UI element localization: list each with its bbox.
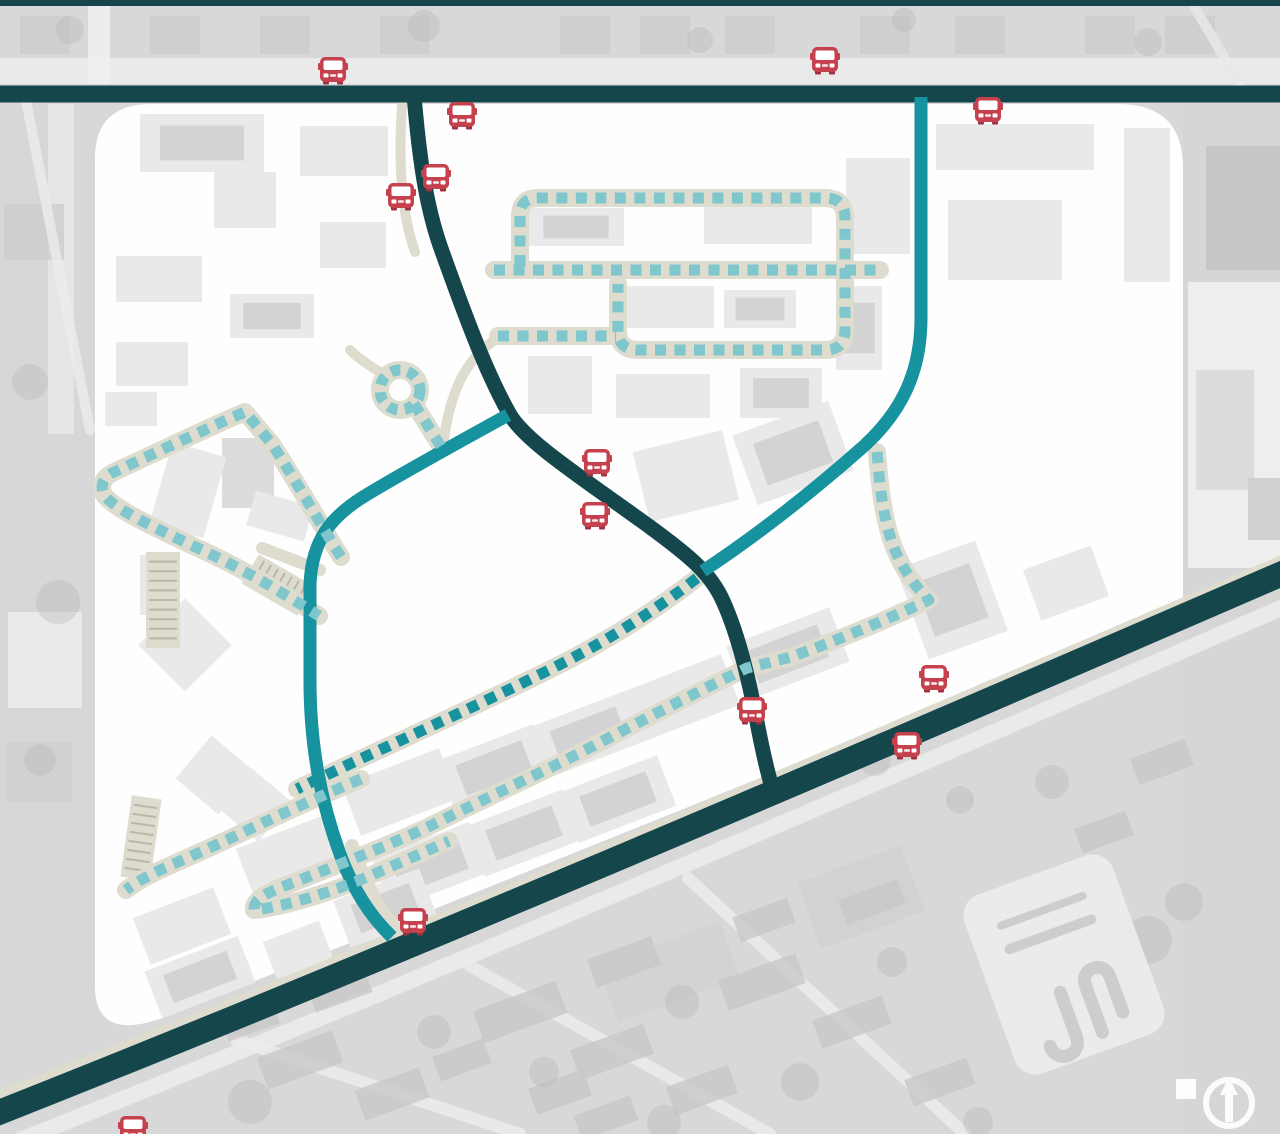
building-footprint [116, 256, 202, 302]
bus-stop-icon[interactable] [386, 183, 416, 211]
aerial-feature [1196, 370, 1254, 490]
aerial-tree [1165, 883, 1203, 921]
aerial-tree [408, 10, 440, 42]
building-footprint [320, 222, 386, 268]
aerial-tree [946, 786, 974, 814]
aerial-tree [892, 8, 916, 32]
aerial-feature [955, 16, 1005, 54]
bus-stop-icon[interactable] [582, 449, 612, 477]
bus-stop-icon[interactable] [892, 732, 922, 760]
bus-stop-icon[interactable] [118, 1116, 148, 1134]
building-footprint [620, 286, 714, 328]
building-roof-inset [736, 298, 785, 321]
aerial-tree [56, 16, 84, 44]
map-control-square[interactable] [1176, 1079, 1196, 1099]
building-footprint [116, 342, 188, 386]
bus-stop-icon[interactable] [421, 164, 451, 192]
aerial-tree [1035, 765, 1069, 799]
map-canvas [0, 0, 1280, 1134]
aerial-tree [1134, 28, 1162, 56]
bus-stop-icon[interactable] [318, 57, 348, 85]
aerial-feature [560, 16, 610, 54]
aerial-feature [8, 612, 82, 708]
building-footprint [724, 290, 796, 328]
aerial-feature [1248, 478, 1280, 540]
building-footprint [948, 200, 1062, 280]
bus-stop-icon[interactable] [398, 908, 428, 936]
building-roof-inset [753, 378, 809, 408]
aerial-feature [150, 16, 200, 54]
aerial-feature [88, 4, 110, 84]
aerial-feature [260, 16, 310, 54]
building-footprint [1124, 128, 1170, 282]
building-footprint [528, 208, 624, 246]
aerial-tree [877, 947, 907, 977]
aerial-tree [417, 1015, 451, 1049]
aerial-tree [36, 580, 80, 624]
building-footprint [846, 158, 910, 254]
parking-lot-rows [146, 552, 180, 648]
bus-stop-icon[interactable] [447, 102, 477, 130]
building-footprint [936, 124, 1094, 170]
aerial-tree [24, 744, 56, 776]
aerial-tree [781, 1063, 819, 1101]
aerial-feature [1206, 146, 1280, 270]
aerial-tree [687, 27, 713, 53]
aerial-tree [228, 1080, 272, 1124]
aerial-tree [665, 985, 699, 1019]
building-footprint [140, 114, 264, 172]
transit-map-svg [0, 0, 1280, 1134]
building-footprint [214, 172, 276, 228]
building-footprint [230, 294, 314, 338]
aerial-tree [12, 364, 48, 400]
building-footprint [105, 392, 157, 426]
aerial-feature [0, 58, 1280, 84]
aerial-feature [725, 16, 775, 54]
building-footprint [528, 356, 592, 414]
building-roof-inset [543, 216, 608, 239]
aerial-feature [1085, 16, 1135, 54]
building-footprint [300, 126, 388, 176]
building-roof-inset [160, 126, 244, 161]
bus-stop-icon[interactable] [737, 697, 767, 725]
bus-stop-icon[interactable] [919, 665, 949, 693]
aerial-tree [529, 1057, 559, 1087]
building-roof-inset [243, 303, 300, 329]
building-footprint [616, 374, 710, 418]
bus-stop-icon[interactable] [973, 97, 1003, 125]
aerial-feature [640, 16, 690, 54]
bus-stop-icon[interactable] [580, 502, 610, 530]
bus-stop-icon[interactable] [810, 47, 840, 75]
